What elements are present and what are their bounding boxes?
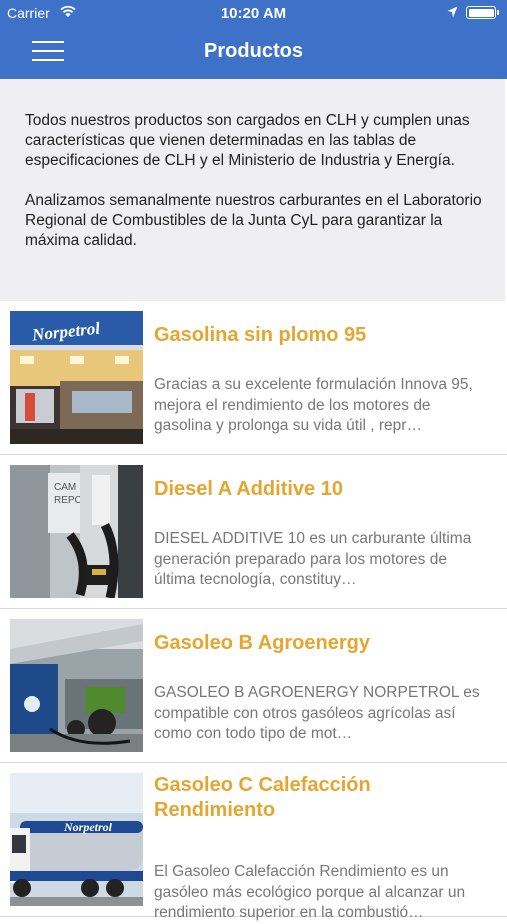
product-description: GASOLEO B AGROENERGY NORPETROL es compat… bbox=[154, 684, 480, 742]
svg-text:CAM: CAM bbox=[54, 482, 76, 493]
intro-paragraph-2: Analizamos semanalmente nuestros carbura… bbox=[25, 192, 482, 249]
product-thumbnail: Norpetrol bbox=[10, 773, 143, 906]
location-arrow-icon bbox=[447, 5, 458, 21]
status-bar: Carrier 10:20 AM bbox=[0, 0, 507, 28]
list-item[interactable]: Gasoleo B Agroenergy GASOLEO B AGROENERG… bbox=[0, 609, 507, 763]
product-description: Gracias a su excelente formulación Innov… bbox=[154, 376, 473, 434]
product-title: Gasoleo B Agroenergy bbox=[154, 632, 370, 654]
list-item[interactable]: Norpetrol Gasoleo C Calefacción Rendimie… bbox=[0, 763, 507, 921]
page-title: Productos bbox=[204, 40, 303, 62]
clock: 10:20 AM bbox=[220, 5, 287, 22]
product-title: Diesel A Additive 10 bbox=[154, 478, 343, 500]
product-title: Gasolina sin plomo 95 bbox=[154, 324, 367, 346]
intro-paragraph-1: Todos nuestros productos son cargados en… bbox=[25, 112, 470, 169]
list-item[interactable]: Norpetrol Gasolina sin plomo 95 Gracias … bbox=[0, 301, 507, 455]
product-list: Norpetrol Gasolina sin plomo 95 Gracias … bbox=[0, 301, 507, 921]
product-thumbnail: CAM REPC bbox=[10, 465, 143, 598]
battery-icon bbox=[466, 6, 499, 19]
intro-panel: Todos nuestros productos son cargados en… bbox=[0, 79, 505, 301]
product-title: Gasoleo C Calefacción Rendimiento bbox=[154, 774, 371, 821]
list-item[interactable]: CAM REPC Diesel A Additive 10 DIESEL ADD… bbox=[0, 455, 507, 609]
navigation-bar: Carrier 10:20 AM Productos bbox=[0, 0, 507, 79]
brand-sign: Norpetrol bbox=[63, 820, 113, 834]
product-description: DIESEL ADDITIVE 10 es un carburante últi… bbox=[154, 530, 472, 588]
product-thumbnail bbox=[10, 619, 143, 752]
product-thumbnail: Norpetrol bbox=[10, 311, 143, 444]
product-description: El Gasoleo Calefacción Rendimiento es un… bbox=[154, 863, 466, 921]
svg-text:REPC: REPC bbox=[54, 495, 82, 506]
